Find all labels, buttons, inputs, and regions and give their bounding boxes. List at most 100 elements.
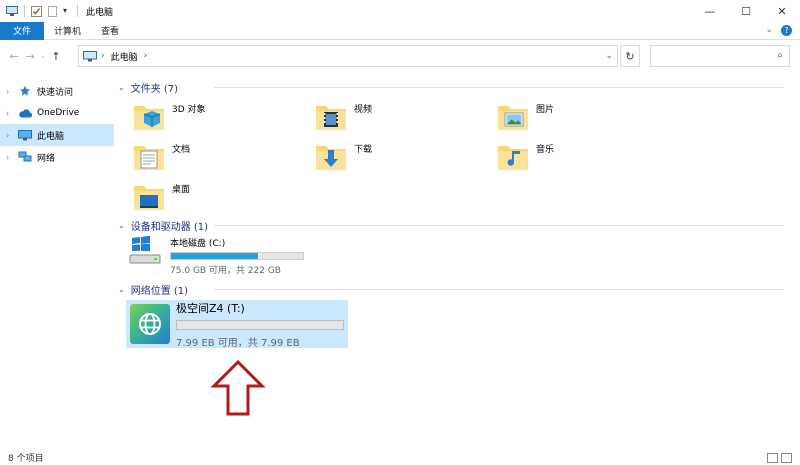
network-location-item-z4[interactable]: 极空间Z4 (T:) 7.99 EB 可用，共 7.99 EB xyxy=(126,300,348,349)
item-count: 8 个项目 xyxy=(8,454,44,464)
network-location-info: 极空间Z4 (T:) 7.99 EB 可用，共 7.99 EB xyxy=(176,300,344,349)
group-divider xyxy=(214,289,784,290)
network-usage-bar xyxy=(176,319,344,330)
desktop-folder-icon xyxy=(132,180,166,212)
group-title: 网络位置 (1) xyxy=(130,285,189,297)
sidebar-item-label: 此电脑 xyxy=(37,131,65,142)
status-bar: 8 个项目 xyxy=(0,450,800,465)
navigation-row: ← → ⌄ ↑ › 此电脑 › ⌄ ↻ ⌕ xyxy=(0,40,800,72)
recent-locations-icon[interactable]: ⌄ xyxy=(38,52,48,60)
address-bar[interactable]: › 此电脑 › ⌄ xyxy=(78,45,618,67)
collapse-chevron-icon[interactable]: ⌄ xyxy=(118,221,125,230)
group-header-network-locations[interactable]: ⌄ 网络位置 (1) xyxy=(118,280,784,298)
folder-name: 视频 xyxy=(354,105,373,115)
zspace-globe-icon xyxy=(130,304,170,344)
music-folder-icon xyxy=(496,140,530,172)
tab-file[interactable]: 文件 xyxy=(0,21,44,40)
forward-arrow-icon[interactable]: → xyxy=(22,50,38,63)
documents-folder-icon xyxy=(132,140,166,172)
help-icon[interactable]: ? xyxy=(781,25,792,36)
back-arrow-icon[interactable]: ← xyxy=(6,50,22,63)
expand-ribbon-icon[interactable]: ⌄ xyxy=(765,25,773,36)
collapse-chevron-icon[interactable]: ⌄ xyxy=(118,83,125,92)
title-bar: ▾ 此电脑 — ☐ ✕ xyxy=(0,0,800,22)
sidebar-item-network[interactable]: › 网络 xyxy=(0,146,114,168)
window-title: 此电脑 xyxy=(86,7,114,18)
new-folder-icon[interactable] xyxy=(47,5,59,17)
breadcrumb-this-pc[interactable]: 此电脑 xyxy=(111,50,138,63)
group-divider xyxy=(214,225,784,226)
drive-free-space: 75.0 GB 可用，共 222 GB xyxy=(170,266,281,276)
computer-icon xyxy=(6,5,18,17)
up-arrow-icon[interactable]: ↑ xyxy=(48,50,64,63)
file-explorer-window: ▾ 此电脑 — ☐ ✕ 文件 计算机 查看 ⌄ ? ← → ⌄ ↑ › 此电脑 xyxy=(0,0,800,465)
drive-usage-bar xyxy=(170,252,304,260)
refresh-icon: ↻ xyxy=(625,49,635,63)
details-view-icon[interactable] xyxy=(767,452,778,463)
customize-toolbar-icon[interactable]: ▾ xyxy=(63,6,71,17)
toolbar-divider xyxy=(77,5,78,17)
star-icon xyxy=(18,85,32,97)
search-icon: ⌕ xyxy=(777,50,783,61)
folder-item-3d-objects[interactable]: 3D 对象 xyxy=(132,96,206,136)
navigation-pane: › 快速访问 › OneDrive › 此电脑 › 网络 xyxy=(0,80,114,450)
folder-name: 下载 xyxy=(354,145,373,155)
folder-item-pictures[interactable]: 图片 xyxy=(496,96,554,136)
folder-name: 音乐 xyxy=(536,145,555,155)
local-disk-icon xyxy=(128,235,164,266)
sidebar-item-label: OneDrive xyxy=(37,108,80,118)
close-button[interactable]: ✕ xyxy=(764,0,800,22)
search-input[interactable]: ⌕ xyxy=(650,45,790,67)
network-location-name: 极空间Z4 (T:) xyxy=(176,301,245,315)
red-arrow-annotation-icon xyxy=(210,359,266,419)
expand-chevron-icon[interactable]: › xyxy=(6,87,18,96)
folder-item-desktop[interactable]: 桌面 xyxy=(132,176,190,216)
drive-name: 本地磁盘 (C:) xyxy=(170,239,226,249)
breadcrumb-chevron-icon[interactable]: › xyxy=(101,51,105,61)
group-title: 文件夹 (7) xyxy=(130,83,179,95)
toolbar-divider xyxy=(24,5,25,17)
ribbon-right-controls: ⌄ ? xyxy=(765,25,792,36)
folder-item-documents[interactable]: 文档 xyxy=(132,136,190,176)
content-area: ⌄ 文件夹 (7) 3D 对象 视频 图片 文档 下载 音乐 桌面 ⌄ 设备和驱… xyxy=(118,76,798,446)
group-header-devices[interactable]: ⌄ 设备和驱动器 (1) xyxy=(118,216,784,234)
sidebar-item-label: 网络 xyxy=(37,153,56,164)
network-free-space: 7.99 EB 可用，共 7.99 EB xyxy=(176,337,300,349)
folder-name: 文档 xyxy=(172,145,191,155)
network-icon xyxy=(18,151,32,163)
tab-view[interactable]: 查看 xyxy=(91,22,129,40)
maximize-button[interactable]: ☐ xyxy=(728,0,764,22)
large-icons-view-icon[interactable] xyxy=(781,452,792,463)
folder-item-videos[interactable]: 视频 xyxy=(314,96,372,136)
sidebar-item-quick-access[interactable]: › 快速访问 xyxy=(0,80,114,102)
folder-name: 图片 xyxy=(536,105,555,115)
properties-icon[interactable] xyxy=(31,5,43,17)
expand-chevron-icon[interactable]: › xyxy=(6,153,18,162)
breadcrumb-chevron-icon[interactable]: › xyxy=(144,51,148,61)
group-divider xyxy=(214,87,784,88)
3d-objects-folder-icon xyxy=(132,100,166,132)
ribbon-tabs: 文件 计算机 查看 ⌄ ? xyxy=(0,21,800,40)
group-title: 设备和驱动器 (1) xyxy=(130,221,209,233)
folder-name: 3D 对象 xyxy=(172,105,206,115)
sidebar-item-this-pc[interactable]: › 此电脑 xyxy=(0,124,114,146)
sidebar-item-onedrive[interactable]: › OneDrive xyxy=(0,102,114,124)
expand-chevron-icon[interactable]: › xyxy=(6,131,18,140)
folder-item-music[interactable]: 音乐 xyxy=(496,136,554,176)
downloads-folder-icon xyxy=(314,140,348,172)
computer-icon xyxy=(83,50,97,62)
quick-access-toolbar: ▾ xyxy=(6,5,80,17)
drive-item-c[interactable]: 本地磁盘 (C:) 75.0 GB 可用，共 222 GB xyxy=(128,235,304,276)
group-header-folders[interactable]: ⌄ 文件夹 (7) xyxy=(118,78,784,96)
drive-usage-fill xyxy=(171,253,259,259)
expand-chevron-icon[interactable]: › xyxy=(6,109,18,118)
minimize-button[interactable]: — xyxy=(692,0,728,22)
collapse-chevron-icon[interactable]: ⌄ xyxy=(118,285,125,294)
folder-name: 桌面 xyxy=(172,185,191,195)
drive-info: 本地磁盘 (C:) 75.0 GB 可用，共 222 GB xyxy=(170,236,304,276)
folder-item-downloads[interactable]: 下载 xyxy=(314,136,372,176)
refresh-button[interactable]: ↻ xyxy=(620,45,640,67)
address-dropdown-icon[interactable]: ⌄ xyxy=(605,51,613,61)
cloud-icon xyxy=(18,107,32,119)
tab-computer[interactable]: 计算机 xyxy=(44,22,91,40)
